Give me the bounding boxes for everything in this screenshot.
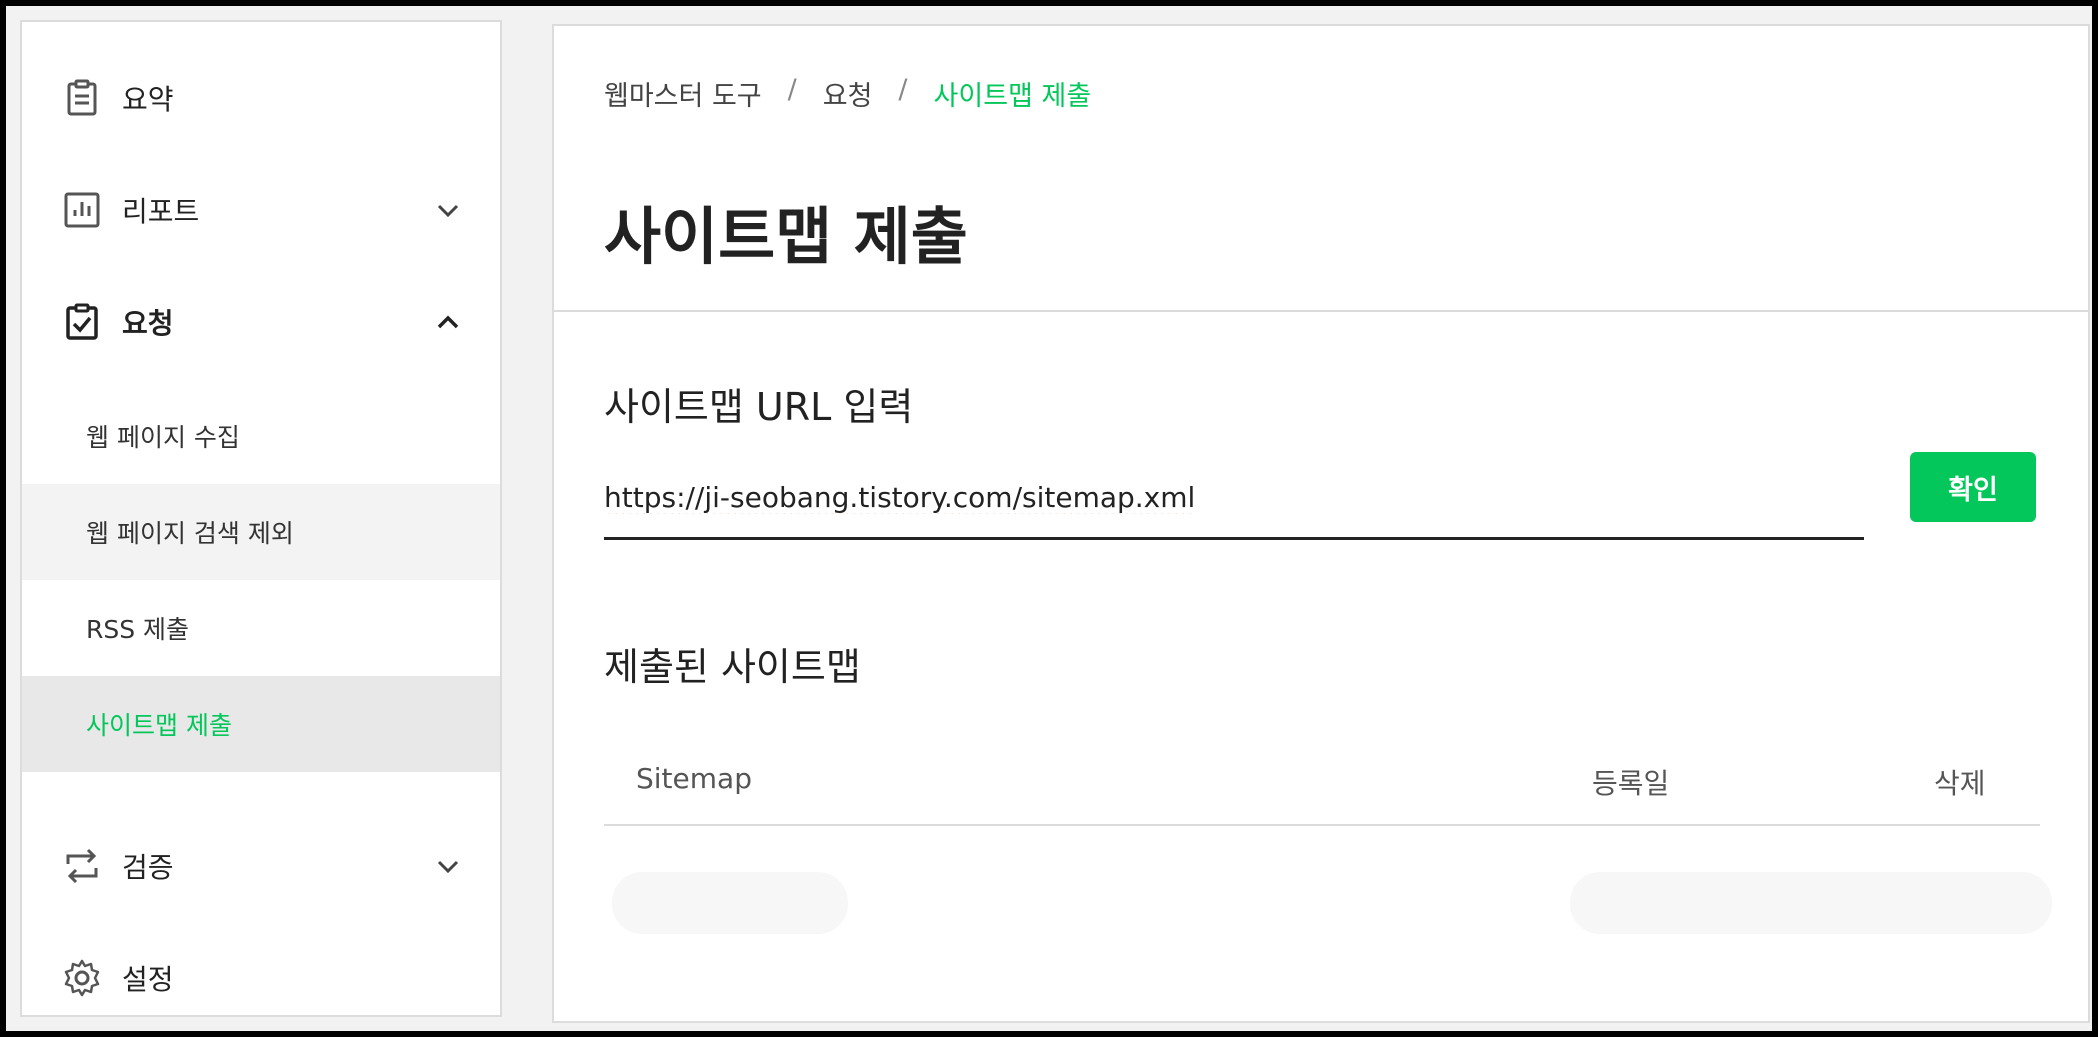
sitemap-url-input[interactable] xyxy=(604,466,1864,540)
breadcrumb: 웹마스터 도구 / 요청 / 사이트맵 제출 xyxy=(604,74,1117,113)
section-divider xyxy=(554,310,2088,312)
sidebar-item-label: 요청 xyxy=(122,307,174,340)
sitemap-table-header: Sitemap 등록일 삭제 xyxy=(604,738,2040,826)
submitted-section-title: 제출된 사이트맵 xyxy=(604,645,861,689)
clipboard-icon xyxy=(67,79,97,116)
sidebar-item-verify[interactable]: 검증 xyxy=(22,826,500,906)
column-header-sitemap: Sitemap xyxy=(636,762,752,795)
sidebar-subitem-label: 사이트맵 제출 xyxy=(86,711,232,740)
sidebar-item-label: 리포트 xyxy=(122,195,200,228)
sidebar-subitem-label: RSS 제출 xyxy=(86,615,190,644)
chevron-down-icon[interactable] xyxy=(434,852,462,880)
sidebar-item-summary[interactable]: 요약 xyxy=(22,58,500,138)
sidebar-item-label: 검증 xyxy=(122,851,174,884)
main-panel: 웹마스터 도구 / 요청 / 사이트맵 제출 사이트맵 제출 사이트맵 URL … xyxy=(552,24,2090,1023)
breadcrumb-separator: / xyxy=(787,74,797,105)
chevron-up-icon[interactable] xyxy=(434,308,462,336)
breadcrumb-current: 사이트맵 제출 xyxy=(933,81,1092,112)
breadcrumb-parent[interactable]: 요청 xyxy=(823,74,873,113)
sidebar-item-label: 설정 xyxy=(122,963,174,996)
sidebar-subitem-label: 웹 페이지 검색 제외 xyxy=(86,519,294,548)
confirm-button[interactable]: 확인 xyxy=(1910,452,2036,522)
column-header-delete: 삭제 xyxy=(1934,767,1986,800)
bar-chart-icon xyxy=(64,192,100,228)
url-section-title: 사이트맵 URL 입력 xyxy=(604,385,914,429)
loading-placeholder xyxy=(1570,872,2052,934)
sidebar-subitem-crawl[interactable]: 웹 페이지 수집 xyxy=(22,388,500,484)
sidebar-subitem-sitemap[interactable]: 사이트맵 제출 xyxy=(22,676,500,772)
sidebar-item-report[interactable]: 리포트 xyxy=(22,170,500,250)
chevron-down-icon[interactable] xyxy=(434,196,462,224)
sidebar-item-request[interactable]: 요청 xyxy=(22,282,500,362)
sidebar-subitem-exclude[interactable]: 웹 페이지 검색 제외 xyxy=(22,484,500,580)
sidebar-subitem-rss[interactable]: RSS 제출 xyxy=(22,580,500,676)
app-window: 요약 리포트 요청 웹 페이지 수집 웹 페이지 검색 제외 RSS 제출 사이… xyxy=(6,6,2092,1031)
column-header-date: 등록일 xyxy=(1592,767,1670,800)
loading-placeholder xyxy=(612,872,848,934)
sidebar-item-label: 요약 xyxy=(122,83,174,116)
repeat-icon xyxy=(66,848,98,884)
gear-icon xyxy=(64,959,100,997)
page-title: 사이트맵 제출 xyxy=(604,200,968,273)
clipboard-check-icon xyxy=(66,303,98,340)
breadcrumb-separator: / xyxy=(898,74,908,105)
sidebar-subitem-label: 웹 페이지 수집 xyxy=(86,423,240,452)
sidebar-item-settings[interactable]: 설정 xyxy=(22,938,500,1018)
sidebar: 요약 리포트 요청 웹 페이지 수집 웹 페이지 검색 제외 RSS 제출 사이… xyxy=(20,20,502,1017)
breadcrumb-root[interactable]: 웹마스터 도구 xyxy=(604,74,762,113)
